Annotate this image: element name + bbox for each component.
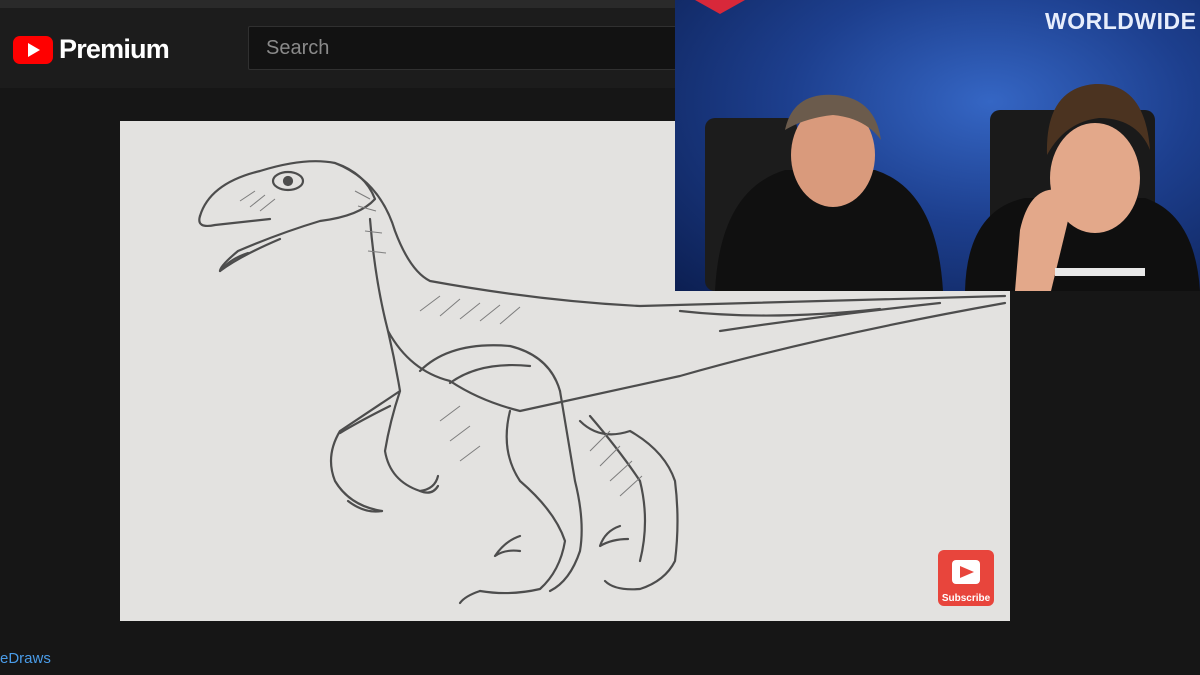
youtube-header: Premium Search (0, 8, 688, 88)
youtube-premium-logo[interactable]: Premium (13, 34, 170, 65)
logo-text: Premium (59, 34, 170, 64)
channel-name-link[interactable]: eDraws (0, 650, 51, 667)
webcam-overlay: WORLDWIDE (675, 0, 1200, 291)
subscribe-button[interactable]: Subscribe (938, 550, 994, 606)
bell-icon (952, 560, 980, 584)
play-icon (13, 35, 53, 64)
search-input[interactable]: Search (248, 26, 688, 70)
webcam-scene (705, 83, 1200, 291)
subscribe-label: Subscribe (941, 593, 991, 604)
